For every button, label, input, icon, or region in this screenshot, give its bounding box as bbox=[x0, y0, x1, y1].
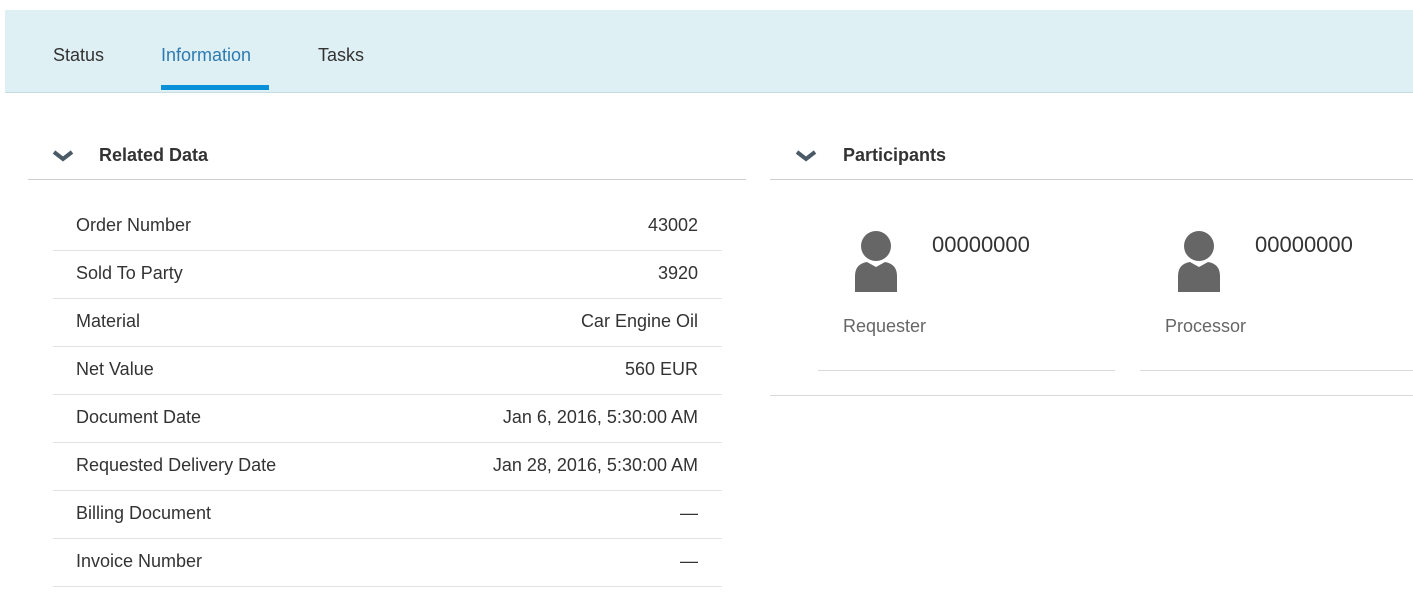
row-value: Jan 6, 2016, 5:30:00 AM bbox=[502, 407, 698, 427]
row-label: Requested Delivery Date bbox=[76, 455, 277, 475]
row-label: Material bbox=[76, 311, 141, 331]
table-row: Invoice Number — bbox=[53, 539, 722, 587]
row-label: Invoice Number bbox=[76, 551, 203, 571]
chevron-down-icon[interactable] bbox=[795, 149, 817, 163]
row-value: 43002 bbox=[647, 215, 698, 235]
related-data-title: Related Data bbox=[99, 145, 209, 165]
table-row: Billing Document — bbox=[53, 491, 722, 539]
top-strip bbox=[0, 0, 1413, 10]
tab-bar: Status Information Tasks bbox=[5, 10, 1413, 93]
row-value: — bbox=[680, 551, 698, 571]
row-value: Jan 28, 2016, 5:30:00 AM bbox=[492, 455, 698, 475]
row-label: Billing Document bbox=[76, 503, 212, 523]
tab-status[interactable]: Status bbox=[53, 10, 104, 92]
table-row: Sold To Party 3920 bbox=[53, 251, 722, 299]
tab-information[interactable]: Information bbox=[161, 10, 251, 92]
participant-id: 00000000 bbox=[932, 232, 1030, 257]
table-row: Document Date Jan 6, 2016, 5:30:00 AM bbox=[53, 395, 722, 443]
table-row: Order Number 43002 bbox=[53, 203, 722, 251]
chevron-down-icon[interactable] bbox=[52, 149, 74, 163]
participants-header[interactable]: Participants bbox=[770, 131, 1413, 180]
person-icon bbox=[855, 231, 897, 292]
person-icon bbox=[1178, 231, 1220, 292]
row-value: Car Engine Oil bbox=[580, 311, 698, 331]
row-value: 3920 bbox=[657, 263, 698, 283]
row-label: Sold To Party bbox=[76, 263, 183, 283]
participants-title: Participants bbox=[843, 145, 947, 165]
table-row: Material Car Engine Oil bbox=[53, 299, 722, 347]
row-value: 560 EUR bbox=[624, 359, 698, 379]
active-tab-indicator bbox=[161, 85, 269, 90]
table-row: Net Value 560 EUR bbox=[53, 347, 722, 395]
divider bbox=[770, 395, 1413, 396]
row-label: Net Value bbox=[76, 359, 154, 379]
related-data-header[interactable]: Related Data bbox=[28, 131, 746, 180]
row-value: — bbox=[680, 503, 698, 523]
participant-id: 00000000 bbox=[1255, 232, 1353, 257]
tab-tasks[interactable]: Tasks bbox=[318, 10, 364, 92]
participant-role: Requester bbox=[843, 316, 927, 336]
row-label: Order Number bbox=[76, 215, 192, 235]
table-row: Requested Delivery Date Jan 28, 2016, 5:… bbox=[53, 443, 722, 491]
participant-role: Processor bbox=[1165, 316, 1247, 336]
row-label: Document Date bbox=[76, 407, 202, 427]
